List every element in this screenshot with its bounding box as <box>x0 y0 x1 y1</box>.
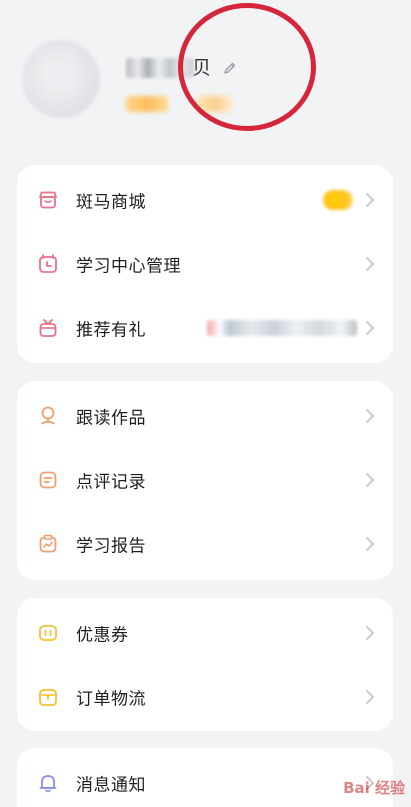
chevron-right-icon <box>366 537 374 551</box>
alarm-clock-icon <box>39 254 57 273</box>
menu-item-label: 推荐有礼 <box>76 320 146 341</box>
menu-card-messages: 消息通知 <box>17 748 393 807</box>
menu-item-learning-center[interactable]: 学习中心管理 <box>17 232 393 296</box>
watermark: Bai 经验 <box>343 778 405 797</box>
chevron-right-icon <box>366 321 374 335</box>
menu-item-label: 订单物流 <box>76 689 146 710</box>
chevron-right-icon <box>366 473 374 487</box>
profile-header: 贝 <box>0 0 411 160</box>
coin-balance-blurred <box>323 190 353 210</box>
microphone-icon <box>41 406 55 425</box>
menu-card-learning: 跟读作品 点评记录 学习报告 <box>17 381 393 580</box>
avatar[interactable] <box>22 40 100 118</box>
menu-item-report[interactable]: 学习报告 <box>17 512 393 576</box>
menu-item-notifications[interactable]: 消息通知 <box>17 751 393 807</box>
menu-item-label: 消息通知 <box>76 775 146 796</box>
username-blurred <box>126 58 194 78</box>
menu-item-label: 学习报告 <box>76 536 146 557</box>
menu-item-read-along[interactable]: 跟读作品 <box>17 384 393 448</box>
menu-item-label: 斑马商城 <box>76 192 146 213</box>
menu-item-label: 跟读作品 <box>76 408 146 429</box>
menu-card-shop: 斑马商城 学习中心管理 推荐有礼 <box>17 165 393 363</box>
username-row[interactable]: 贝 <box>126 56 237 80</box>
username-visible-char: 贝 <box>192 56 212 79</box>
menu-item-coupons[interactable]: 优惠券 <box>17 601 393 665</box>
gift-icon <box>39 319 57 337</box>
avatar-face <box>48 68 74 88</box>
menu-card-orders: 优惠券 订单物流 <box>17 598 393 731</box>
chevron-right-icon <box>366 690 374 704</box>
chevron-right-icon <box>366 257 374 271</box>
chevron-right-icon <box>366 409 374 423</box>
level-badge-blurred <box>196 96 232 112</box>
menu-item-order-logistics[interactable]: 订单物流 <box>17 665 393 729</box>
menu-item-store[interactable]: 斑马商城 <box>17 168 393 232</box>
menu-item-reviews[interactable]: 点评记录 <box>17 448 393 512</box>
menu-item-label: 优惠券 <box>76 625 129 646</box>
menu-item-label: 点评记录 <box>76 472 146 493</box>
package-icon <box>39 689 57 706</box>
bell-icon <box>39 775 57 793</box>
pencil-icon[interactable] <box>223 61 237 75</box>
menu-item-referral[interactable]: 推荐有礼 <box>17 296 393 360</box>
menu-item-label: 学习中心管理 <box>76 256 181 277</box>
report-icon <box>39 534 57 553</box>
coupon-icon <box>39 625 57 641</box>
comment-icon <box>39 471 57 489</box>
referral-promo-blurred <box>207 320 357 336</box>
chevron-right-icon <box>366 626 374 640</box>
vip-badge-blurred <box>126 96 168 112</box>
chevron-right-icon <box>366 193 374 207</box>
store-icon <box>39 191 57 209</box>
